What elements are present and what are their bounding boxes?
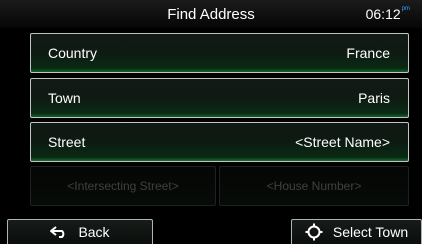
intersecting-street-button: <Intersecting Street>: [30, 166, 216, 206]
back-arrow-icon: [50, 226, 65, 238]
select-town-label: Select Town: [332, 224, 409, 240]
back-button[interactable]: Back: [7, 219, 153, 244]
street-field[interactable]: Street <Street Name>: [30, 122, 409, 162]
clock-ampm: pm: [401, 6, 410, 12]
page-title: Find Address: [167, 6, 255, 23]
house-number-label: <House Number>: [266, 179, 362, 193]
crosshair-icon: [305, 223, 323, 241]
country-field[interactable]: Country France: [30, 33, 409, 73]
select-town-button[interactable]: Select Town: [291, 219, 422, 244]
street-value: <Street Name>: [295, 134, 390, 150]
clock: 06:12pm: [366, 6, 410, 22]
country-value: France: [346, 45, 390, 61]
back-label: Back: [78, 224, 110, 240]
town-value: Paris: [358, 90, 390, 106]
title-bar: Find Address 06:12pm: [0, 0, 422, 28]
clock-time: 06:12: [365, 6, 401, 22]
house-number-button: <House Number>: [219, 166, 409, 206]
intersecting-street-label: <Intersecting Street>: [67, 179, 179, 193]
town-label: Town: [48, 90, 81, 106]
street-label: Street: [48, 134, 86, 150]
town-field[interactable]: Town Paris: [30, 78, 409, 118]
country-label: Country: [48, 45, 98, 61]
